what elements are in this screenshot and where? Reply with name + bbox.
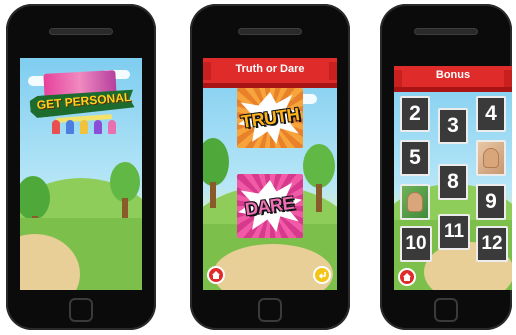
bonus-tile-12[interactable]: 12 — [476, 226, 508, 262]
header-title: Truth or Dare — [235, 63, 305, 75]
phone-bonus-screen: Bonus 2 3 4 5 8 9 10 11 12 — [380, 4, 512, 330]
phone-truth-or-dare-screen: Truth or Dare TRUTH DARE — [190, 4, 350, 330]
phone-speaker — [238, 28, 302, 35]
logo-characters — [52, 120, 116, 134]
truth-button[interactable]: TRUTH — [237, 88, 303, 148]
bonus-tile-2[interactable]: 2 — [400, 96, 430, 132]
tree — [299, 144, 337, 224]
truth-or-dare-screen: Truth or Dare TRUTH DARE — [203, 58, 337, 290]
home-button[interactable] — [398, 268, 416, 286]
back-button[interactable] — [313, 266, 331, 284]
hand-image-icon — [483, 148, 499, 168]
banner-tab-right — [504, 70, 512, 88]
splash-screen: GET PERSONAL — [20, 58, 142, 290]
return-arrow-icon — [318, 272, 326, 279]
dare-button[interactable]: DARE — [237, 174, 303, 238]
house-icon — [403, 273, 411, 281]
banner-tab-left — [394, 70, 402, 88]
bonus-tile-3[interactable]: 3 — [438, 108, 468, 144]
phone-home-button[interactable] — [69, 298, 93, 322]
bonus-tile-5[interactable]: 5 — [400, 140, 430, 176]
phone-home-button[interactable] — [258, 298, 282, 322]
house-icon — [212, 271, 220, 279]
phone-home-button[interactable] — [434, 298, 458, 322]
phone-splash-screen: GET PERSONAL — [6, 4, 156, 330]
bonus-tile-revealed[interactable] — [476, 140, 506, 176]
phone-speaker — [414, 28, 478, 35]
bonus-tile-11[interactable]: 11 — [438, 214, 470, 250]
header-title: Bonus — [435, 69, 471, 81]
hand-image-icon — [407, 192, 423, 212]
tree — [203, 138, 237, 218]
bonus-tile-4[interactable]: 4 — [476, 96, 506, 132]
home-button[interactable] — [207, 266, 225, 284]
bonus-tile-revealed[interactable] — [400, 184, 430, 220]
phone-speaker — [49, 28, 113, 35]
bonus-tile-9[interactable]: 9 — [476, 184, 506, 220]
game-logo: GET PERSONAL — [30, 70, 134, 134]
bonus-screen: Bonus 2 3 4 5 8 9 10 11 12 — [394, 66, 512, 290]
banner-tab-right — [329, 62, 337, 80]
bonus-tile-8[interactable]: 8 — [438, 164, 468, 200]
app-screenshots-showcase: GET PERSONAL Truth or Dare TRUTH DARE Bo… — [0, 0, 516, 335]
screen-header: Bonus — [394, 66, 512, 92]
bonus-tile-10[interactable]: 10 — [400, 226, 432, 262]
screen-header: Truth or Dare — [203, 58, 337, 88]
banner-tab-left — [203, 62, 211, 80]
